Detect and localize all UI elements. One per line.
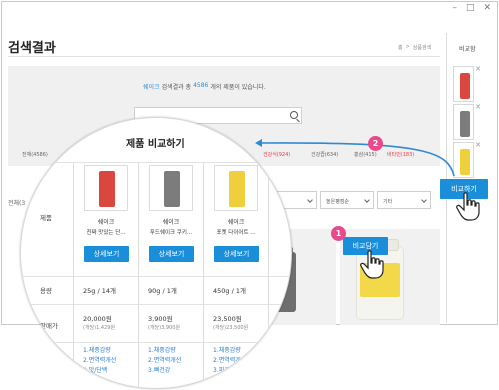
product-name: 쉐이크 bbox=[97, 219, 115, 226]
effect-list: 1.체중감량 2.면역력개선 3.맛/단백 bbox=[83, 346, 116, 376]
product-image[interactable] bbox=[84, 165, 128, 211]
capacity-value: 25g / 14개 bbox=[83, 287, 116, 295]
product-bottle-image bbox=[229, 171, 245, 207]
unit-price: (개당)1,429원 bbox=[83, 325, 116, 331]
row-label-price: 판매가 bbox=[40, 322, 58, 330]
compare-magnifier: 제품 비교하기 제품 용량 판매가 쉐이크 진짜 맛있는 단... 상세보기 2… bbox=[20, 117, 292, 389]
price-value: 20,000원 bbox=[83, 315, 112, 323]
effect-list: 1.체중감량 2.면역력개선 3.뼈건강 bbox=[148, 346, 181, 376]
table-divider bbox=[21, 342, 291, 343]
product-bottle-image bbox=[99, 171, 115, 207]
unit-price: (개당)3,900원 bbox=[148, 325, 181, 331]
product-image[interactable] bbox=[149, 165, 193, 211]
capacity-value: 450g / 1개 bbox=[213, 287, 246, 295]
product-bottle-image bbox=[164, 171, 180, 207]
table-divider bbox=[21, 304, 291, 305]
unit-price: (개당)23,500원 bbox=[213, 325, 249, 331]
effect-item: 2.면역력개선 bbox=[83, 357, 117, 364]
detail-button[interactable]: 상세보기 bbox=[214, 246, 259, 262]
effect-item: 3.뼈건강 bbox=[148, 367, 171, 374]
effect-item: 1.체중감량 bbox=[148, 347, 176, 354]
capacity-value: 90g / 1개 bbox=[148, 287, 177, 295]
detail-button[interactable]: 상세보기 bbox=[149, 246, 194, 262]
effect-item: 2.면역력개선 bbox=[148, 357, 182, 364]
table-divider bbox=[21, 162, 291, 163]
effect-item: 2.면역력개선 bbox=[213, 357, 247, 364]
effect-item: 3.맛/단백 bbox=[83, 367, 108, 374]
step-badge-1: 1 bbox=[331, 226, 346, 241]
product-desc: 푸드쉐이크 쿠키... bbox=[149, 230, 193, 236]
product-name: 쉐이크 bbox=[227, 219, 245, 226]
effect-item: 3.피로개선 bbox=[213, 367, 241, 374]
row-label-capacity: 용량 bbox=[40, 287, 52, 295]
table-divider bbox=[21, 276, 291, 277]
step-badge-2: 2 bbox=[368, 136, 383, 151]
price-value: 23,500원 bbox=[213, 315, 242, 323]
effect-item: 1.체중감량 bbox=[83, 347, 111, 354]
product-desc: 포켓 다이어트 ... bbox=[216, 230, 256, 236]
row-label-product: 제품 bbox=[40, 214, 52, 222]
effect-list: 1.체중감량 2.면역력개선 3.피로개선 bbox=[213, 346, 246, 376]
price-value: 3,900원 bbox=[148, 315, 173, 323]
stage: – □ ✕ 검색결과 홈 > 상품검색 쉐이크 검색결과 총 4586 개의 제… bbox=[0, 0, 499, 390]
product-desc: 진짜 맛있는 단... bbox=[86, 230, 126, 236]
hand-cursor-icon bbox=[360, 250, 384, 279]
effect-item: 1.체중감량 bbox=[213, 347, 241, 354]
compare-title: 제품 비교하기 bbox=[126, 139, 185, 150]
product-image[interactable] bbox=[214, 165, 258, 211]
detail-button[interactable]: 상세보기 bbox=[84, 246, 129, 262]
hand-cursor-icon bbox=[456, 192, 480, 221]
product-name: 쉐이크 bbox=[162, 219, 180, 226]
